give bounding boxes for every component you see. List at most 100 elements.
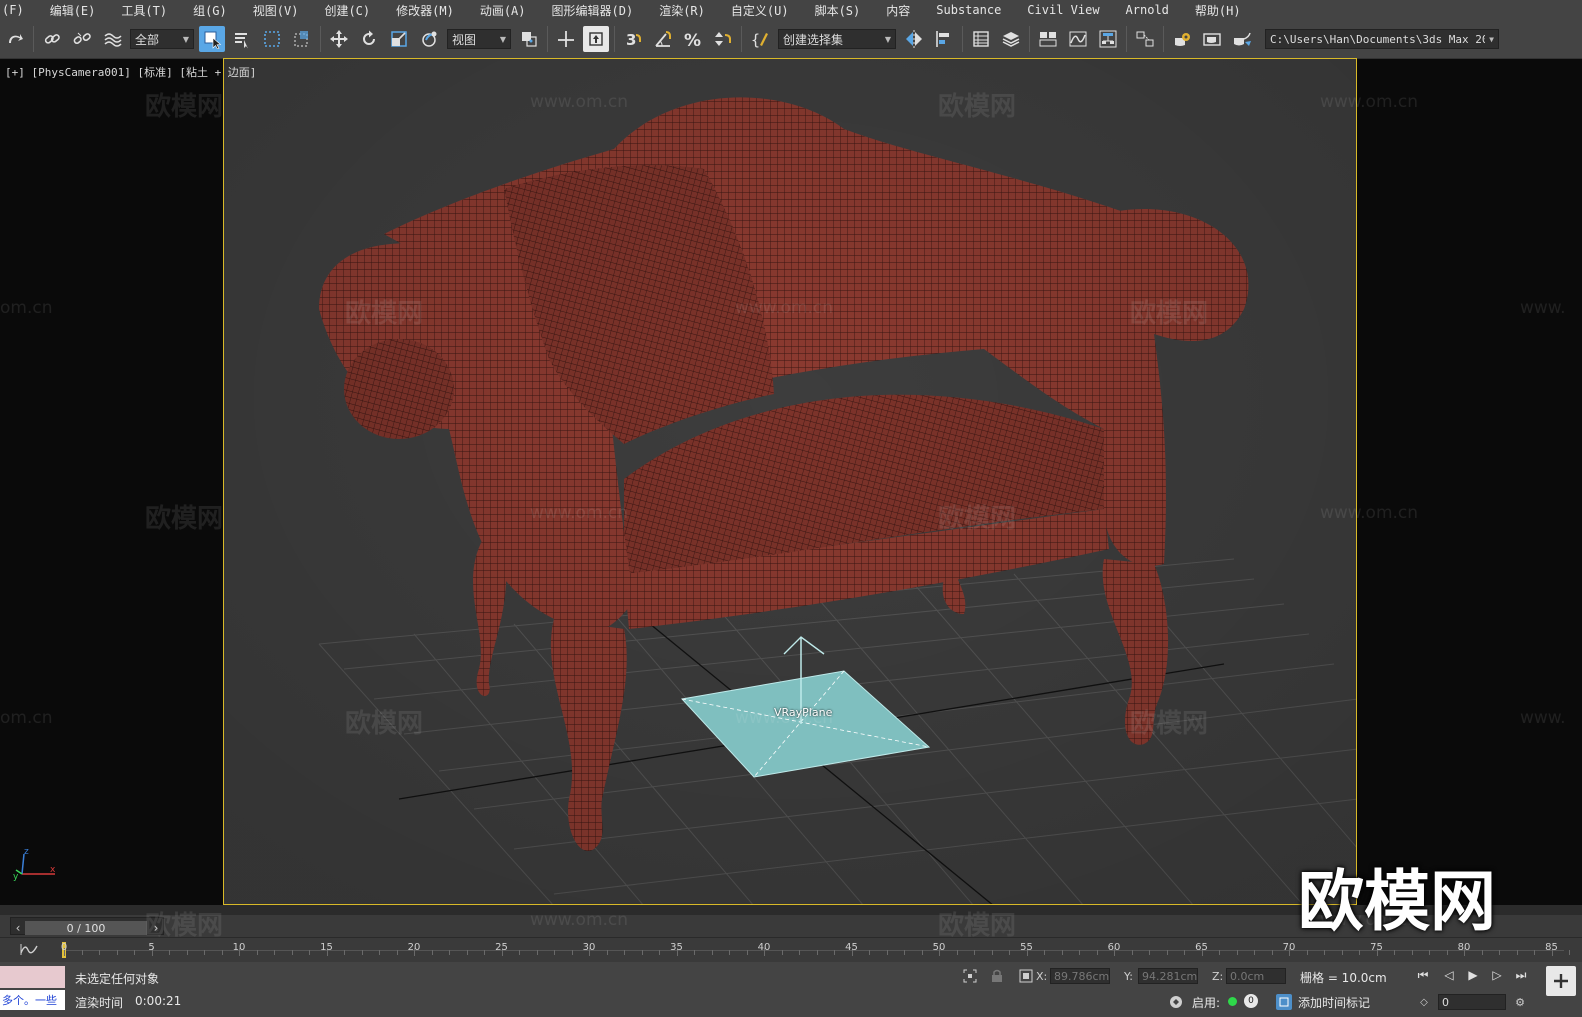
key-mode-toggle-icon[interactable]: ◇ <box>1416 994 1432 1010</box>
timeline-tick <box>169 950 170 955</box>
menu-item[interactable]: 内容 <box>873 2 923 19</box>
render-setup-icon[interactable] <box>1169 26 1195 52</box>
time-tag-icon[interactable] <box>1276 994 1292 1010</box>
edit-named-selection-icon[interactable]: { <box>747 26 773 52</box>
selection-filter-dropdown[interactable]: 全部 ▼ <box>130 29 194 49</box>
axis-tripod-icon: z x y <box>13 847 56 882</box>
y-coord-field[interactable]: 94.281cm <box>1138 968 1198 984</box>
svg-text:{: { <box>751 31 760 49</box>
timeline-tick <box>449 950 450 955</box>
select-scale-icon[interactable] <box>386 26 412 52</box>
reference-coord-dropdown[interactable]: 视图 ▼ <box>447 29 511 49</box>
time-slider-thumb[interactable]: 0 / 100 <box>25 921 147 935</box>
select-rotate-icon[interactable] <box>356 26 382 52</box>
z-coord-field[interactable]: 0.0cm <box>1226 968 1286 984</box>
go-to-start-icon[interactable]: ⏮ <box>1414 968 1432 982</box>
menu-item[interactable]: 视图(V) <box>240 2 312 19</box>
menu-item[interactable]: 脚本(S) <box>802 2 874 19</box>
adaptive-degradation-icon[interactable] <box>1168 994 1184 1010</box>
menu-item[interactable]: Arnold <box>1113 3 1182 17</box>
menu-item[interactable]: 工具(T) <box>108 2 180 19</box>
svg-text:3: 3 <box>626 31 636 49</box>
chevron-down-icon: ▼ <box>1489 34 1494 44</box>
x-coord-field[interactable]: 89.786cm <box>1050 968 1110 984</box>
time-configuration-icon[interactable]: ⚙ <box>1512 994 1528 1010</box>
next-frame-icon[interactable]: ▷ <box>1488 968 1506 982</box>
viewport-scene <box>224 59 1356 904</box>
curve-editor-icon[interactable] <box>1065 26 1091 52</box>
timeline-tick <box>694 950 695 955</box>
menu-item[interactable]: 帮助(H) <box>1182 2 1254 19</box>
next-frame-arrow-icon[interactable]: › <box>149 921 163 935</box>
play-icon[interactable]: ▶ <box>1464 968 1482 982</box>
timeline-tick <box>519 950 520 955</box>
menu-item[interactable]: 创建(C) <box>311 2 383 19</box>
select-move-icon[interactable] <box>326 26 352 52</box>
menu-item[interactable]: Civil View <box>1014 3 1112 17</box>
keyboard-shortcut-icon[interactable] <box>583 26 609 52</box>
timeline-tick <box>431 950 433 955</box>
timeline-tick-label: 60 <box>1107 942 1121 953</box>
menu-item[interactable]: 修改器(M) <box>383 2 467 19</box>
select-object-icon[interactable] <box>199 26 225 52</box>
select-place-icon[interactable] <box>416 26 442 52</box>
timeline-tick <box>641 950 643 955</box>
camera-viewport[interactable]: VRayPlane <box>223 58 1357 905</box>
layer-explorer-icon[interactable] <box>998 26 1024 52</box>
project-path-dropdown[interactable]: C:\Users\Han\Documents\3ds Max 2022 ▼ <box>1265 29 1499 49</box>
manipulate-icon[interactable] <box>553 26 579 52</box>
chevron-down-icon: ▼ <box>884 34 891 44</box>
timeline-tick-label: 20 <box>407 942 421 953</box>
menu-item[interactable]: 自定义(U) <box>718 2 802 19</box>
named-selection-dropdown[interactable]: 创建选择集 ▼ <box>778 29 896 49</box>
menu-item[interactable]: 渲染(R) <box>646 2 718 19</box>
menu-item[interactable]: 动画(A) <box>467 2 539 19</box>
rendered-frame-icon[interactable] <box>1199 26 1225 52</box>
redo-icon[interactable] <box>2 26 28 52</box>
menu-item[interactable]: 组(G) <box>180 2 240 19</box>
align-icon[interactable] <box>931 26 957 52</box>
current-frame-field[interactable]: 0 <box>1438 994 1506 1010</box>
add-viewport-layout-button[interactable] <box>1546 966 1576 996</box>
curve-editor-mini-icon[interactable] <box>20 942 38 956</box>
previous-frame-icon[interactable]: ◁ <box>1440 968 1458 982</box>
select-by-name-icon[interactable] <box>229 26 255 52</box>
rect-selection-region-icon[interactable] <box>259 26 285 52</box>
material-editor-icon[interactable] <box>1132 26 1158 52</box>
ribbon-icon[interactable] <box>1035 26 1061 52</box>
timeline-tick <box>974 950 975 955</box>
scene-explorer-icon[interactable] <box>968 26 994 52</box>
timeline-tick <box>466 950 468 955</box>
timeline-tick <box>396 950 398 955</box>
isolate-selection-icon[interactable] <box>962 968 978 984</box>
maxscript-listener-output[interactable]: 多个。一些 <box>0 990 65 1010</box>
absolute-mode-transform-icon[interactable] <box>1018 968 1034 984</box>
spinner-snap-icon[interactable] <box>710 26 736 52</box>
grid-size-text: 栅格 = 10.0cm <box>1300 971 1387 985</box>
time-slider[interactable]: ‹ 0 / 100 › <box>10 917 164 935</box>
go-to-end-icon[interactable]: ⏭ <box>1512 968 1530 982</box>
menu-item[interactable]: 编辑(E) <box>37 2 109 19</box>
viewport-label[interactable]: [+] [PhysCamera001] [标准] [粘土 + 边面] <box>5 64 256 80</box>
window-crossing-icon[interactable] <box>289 26 315 52</box>
prev-frame-arrow-icon[interactable]: ‹ <box>11 921 25 935</box>
time-tag-count-badge[interactable]: 0 <box>1244 994 1258 1008</box>
render-production-icon[interactable] <box>1229 26 1255 52</box>
use-pivot-icon[interactable] <box>516 26 542 52</box>
maxscript-listener-input[interactable] <box>0 966 65 988</box>
percent-snap-icon[interactable]: % <box>680 26 706 52</box>
unlink-icon[interactable] <box>69 26 95 52</box>
timeline-tick <box>1499 950 1500 955</box>
mirror-icon[interactable] <box>901 26 927 52</box>
angle-snap-icon[interactable] <box>650 26 676 52</box>
schematic-view-icon[interactable] <box>1095 26 1121 52</box>
selection-lock-icon[interactable] <box>989 968 1005 984</box>
menu-item[interactable]: Substance <box>923 3 1014 17</box>
bind-space-warp-icon[interactable] <box>99 26 125 52</box>
menu-item[interactable]: (F) <box>0 3 37 17</box>
link-icon[interactable] <box>39 26 65 52</box>
snaps-toggle-icon[interactable]: 3 <box>620 26 646 52</box>
timeline-tick <box>1429 950 1430 955</box>
add-time-tag-button[interactable]: 添加时间标记 <box>1298 994 1370 1011</box>
menu-item[interactable]: 图形编辑器(D) <box>539 2 647 19</box>
